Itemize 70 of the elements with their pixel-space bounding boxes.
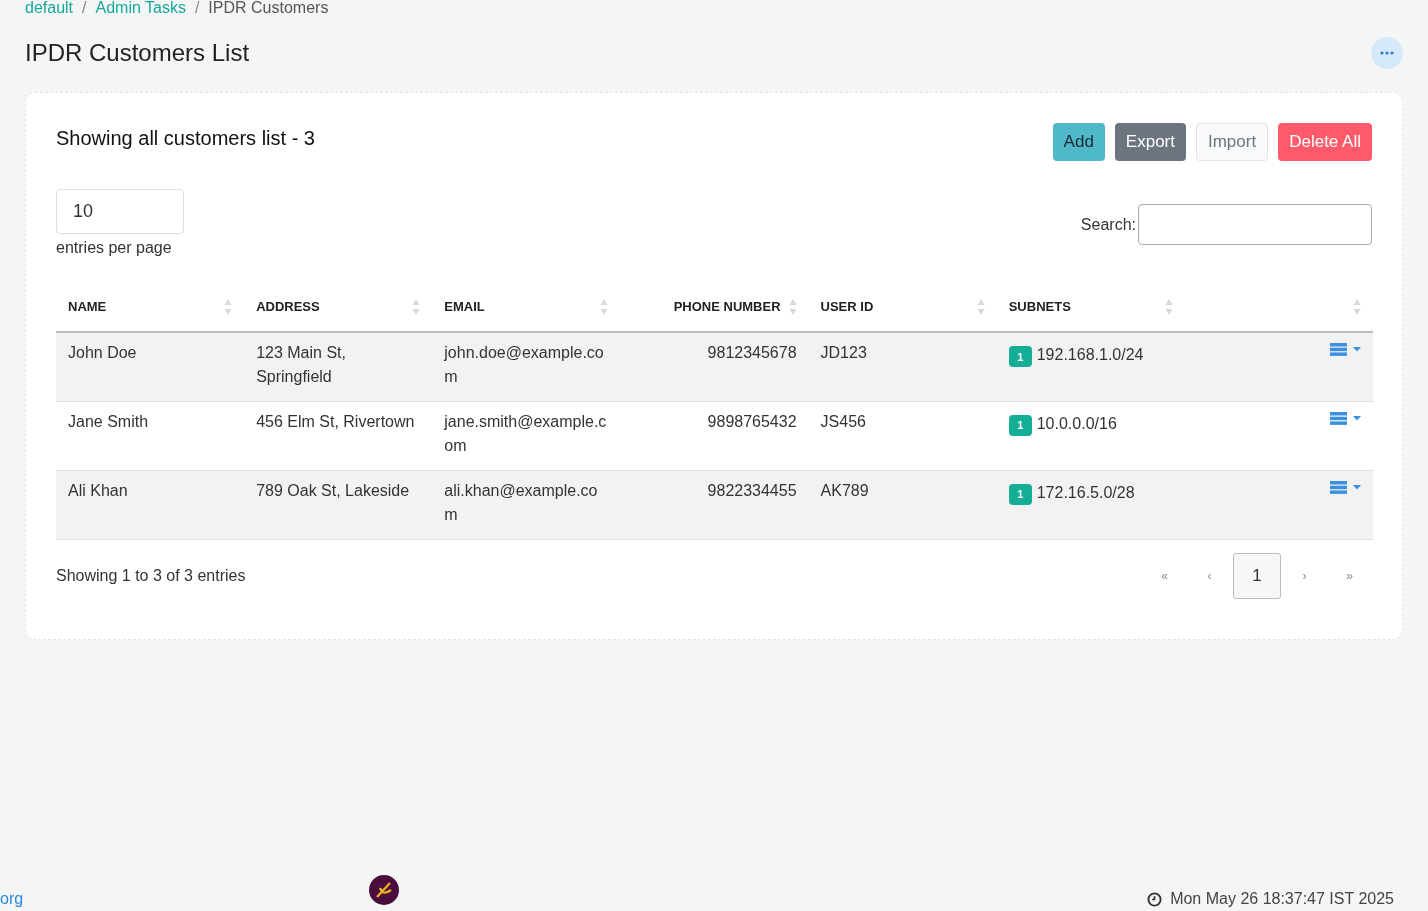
email-cell: jane.smith@example.com	[444, 412, 607, 454]
breadcrumb-separator: /	[82, 0, 87, 18]
timestamp: Mon May 26 18:37:47 IST 2025	[1170, 889, 1394, 909]
phone-cell: 9822334455	[707, 481, 797, 499]
sort-icon[interactable]	[976, 297, 985, 316]
sort-icon[interactable]	[600, 297, 609, 316]
subnet-cell-text: 10.0.0.0/16	[1036, 413, 1117, 434]
search-label: Search:	[1080, 214, 1136, 235]
server-icon	[1330, 343, 1347, 356]
column-header[interactable]: SUBNETS	[1008, 296, 1071, 317]
table-info: Showing 1 to 3 of 3 entries	[56, 565, 246, 586]
sort-icon[interactable]	[1164, 297, 1173, 316]
action-button[interactable]: Export	[1114, 123, 1186, 161]
user-id-cell: JS456	[820, 412, 866, 430]
sort-icon[interactable]	[1353, 297, 1361, 316]
breadcrumb-separator: /	[194, 0, 200, 18]
action-button[interactable]: Delete All	[1278, 123, 1372, 161]
email-cell: ali.khan@example.com	[444, 481, 598, 523]
column-header[interactable]: NAME	[68, 296, 107, 317]
sort-icon[interactable]	[412, 297, 421, 316]
server-icon	[1330, 411, 1347, 425]
page-title: IPDR Customers List	[25, 38, 250, 68]
action-button[interactable]: Import	[1196, 123, 1269, 161]
subnet-count-badge: 1	[1008, 483, 1032, 505]
name-cell: Ali Khan	[68, 481, 128, 499]
action-button[interactable]: Add	[1052, 123, 1105, 161]
column-header[interactable]: PHONE NUMBER	[673, 296, 781, 317]
page-size-label: entries per page	[56, 238, 173, 258]
footer-link[interactable]: org	[0, 887, 24, 911]
subnet-cell-text: 192.168.1.0/24	[1036, 345, 1144, 365]
page-button[interactable]: »	[1327, 552, 1372, 599]
phone-cell: 9812345678	[707, 344, 797, 361]
user-id-cell: JD123	[820, 344, 867, 361]
row-menu-button[interactable]	[1330, 480, 1361, 494]
search-field[interactable]	[1138, 204, 1372, 245]
row-menu-button[interactable]	[1330, 411, 1361, 425]
logo-icon	[369, 875, 399, 905]
row-menu-button[interactable]	[1330, 343, 1361, 356]
subnet-count-badge: 1	[1008, 414, 1032, 436]
card-title: Showing all customers list - 3	[56, 126, 315, 151]
more-button[interactable]	[1371, 37, 1403, 69]
page-button[interactable]: ›	[1282, 552, 1327, 599]
email-cell: john.doe@example.com	[444, 344, 604, 385]
user-id-cell: AK789	[820, 481, 869, 499]
subnet-cell-text: 172.16.5.0/28	[1036, 482, 1135, 503]
address-cell: 789 Oak St, Lakeside	[256, 481, 410, 499]
breadcrumb-link[interactable]: default	[25, 0, 74, 20]
address-cell: 123 Main St, Springfield	[256, 344, 346, 385]
breadcrumb-link[interactable]: Admin Tasks	[95, 0, 186, 20]
name-cell: John Doe	[68, 344, 137, 361]
sort-icon[interactable]	[224, 297, 233, 316]
page-button[interactable]: 1	[1233, 552, 1281, 599]
page-button[interactable]: «	[1142, 552, 1187, 599]
breadcrumb-current: IPDR Customers	[208, 0, 329, 18]
sort-icon[interactable]	[788, 297, 797, 316]
name-cell: Jane Smith	[68, 412, 149, 430]
caret-icon	[1353, 347, 1361, 352]
address-cell: 456 Elm St, Rivertown	[256, 412, 415, 430]
column-header[interactable]: EMAIL	[444, 296, 485, 317]
column-header[interactable]: USER ID	[820, 296, 874, 317]
caret-icon	[1353, 415, 1361, 421]
column-header[interactable]: ADDRESS	[256, 296, 320, 317]
page-button[interactable]: ‹	[1187, 552, 1232, 599]
subnet-count-badge: 1	[1008, 346, 1032, 367]
server-icon	[1330, 480, 1347, 494]
phone-cell: 9898765432	[707, 412, 797, 430]
clock-icon	[1147, 891, 1163, 907]
more-icon	[1380, 51, 1394, 55]
page-size-field[interactable]: 10	[56, 189, 184, 234]
caret-icon	[1353, 484, 1361, 490]
